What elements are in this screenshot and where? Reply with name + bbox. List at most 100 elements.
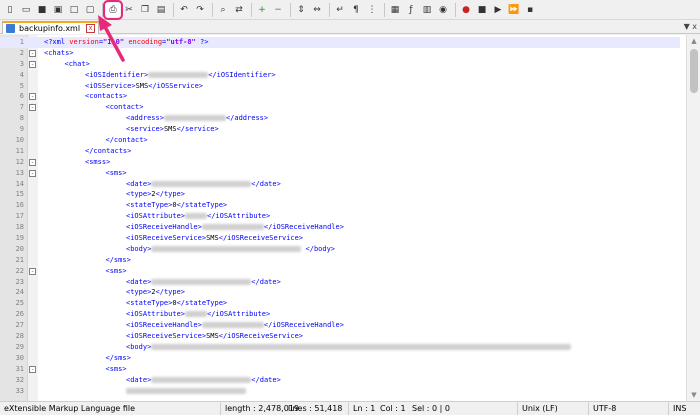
- code-line[interactable]: 20 <body> </body>: [0, 244, 680, 255]
- stop-macro-icon[interactable]: ■: [475, 3, 489, 17]
- status-encoding[interactable]: UTF-8: [588, 402, 616, 415]
- tab-backupinfo-xml[interactable]: backupinfo.xml x: [2, 21, 100, 34]
- code-line[interactable]: 8 <address> </address>: [0, 113, 680, 124]
- code-line[interactable]: 4 <iOSIdentifier> </iOSIdentifier>: [0, 70, 680, 81]
- fold-marker-icon[interactable]: -: [29, 60, 36, 68]
- code-line[interactable]: 9 <service>SMS</service>: [0, 124, 680, 135]
- vertical-scrollbar[interactable]: ▲ ▼: [686, 35, 700, 401]
- indent-guide-icon[interactable]: ⋮: [365, 3, 379, 17]
- code-line[interactable]: 14 <date> </date>: [0, 179, 680, 190]
- fold-marker-icon[interactable]: -: [29, 267, 36, 275]
- status-eol[interactable]: Unix (LF): [517, 402, 558, 415]
- code-line[interactable]: 29 <body>: [0, 342, 680, 353]
- code-text[interactable]: <iOSReceiveService>SMS</iOSReceiveServic…: [126, 331, 303, 342]
- code-text[interactable]: <service>SMS</service>: [126, 124, 219, 135]
- copy-icon[interactable]: ❐: [138, 3, 152, 17]
- fold-marker-icon[interactable]: -: [29, 365, 36, 373]
- code-line[interactable]: 19 <iOSReceiveService>SMS</iOSReceiveServ…: [0, 233, 680, 244]
- code-line[interactable]: 2- <chats>: [0, 48, 680, 59]
- zoom-out-icon[interactable]: −: [271, 3, 285, 17]
- editor-pane[interactable]: 1 <?xml version="1.0" encoding="utf-8" ?>…: [0, 35, 700, 401]
- code-text[interactable]: <contacts>: [85, 91, 127, 102]
- code-line[interactable]: 32 <date> </date>: [0, 375, 680, 386]
- code-text[interactable]: </sms>: [106, 255, 131, 266]
- code-text[interactable]: <stateType>0</stateType>: [126, 298, 227, 309]
- doc-map-icon[interactable]: ▦: [388, 3, 402, 17]
- code-text[interactable]: <body>: [126, 342, 572, 353]
- replace-icon[interactable]: ⇄: [232, 3, 246, 17]
- code-text[interactable]: <sms>: [106, 168, 127, 179]
- code-line[interactable]: 27 <iOSReceiveHandle> </iOSReceiveHandle>: [0, 320, 680, 331]
- code-line[interactable]: 5 <iOSService>SMS</iOSService>: [0, 81, 680, 92]
- code-text[interactable]: </contacts>: [85, 146, 131, 157]
- fold-marker-icon[interactable]: -: [29, 169, 36, 177]
- code-line[interactable]: 31- <sms>: [0, 364, 680, 375]
- code-line[interactable]: 16 <stateType>0</stateType>: [0, 200, 680, 211]
- fold-marker-icon[interactable]: -: [29, 93, 36, 101]
- folder-workspace-icon[interactable]: ▥: [420, 3, 434, 17]
- code-line[interactable]: 26 <iOSAttribute> </iOSAttribute>: [0, 309, 680, 320]
- code-line[interactable]: 6- <contacts>: [0, 91, 680, 102]
- paste-icon[interactable]: ▤: [154, 3, 168, 17]
- sync-horizontal-icon[interactable]: ⇔: [310, 3, 324, 17]
- code-line[interactable]: 1 <?xml version="1.0" encoding="utf-8" ?>: [0, 37, 680, 48]
- play-macro-icon[interactable]: ▶: [491, 3, 505, 17]
- code-line[interactable]: 28 <iOSReceiveService>SMS</iOSReceiveServ…: [0, 331, 680, 342]
- close-tab-icon[interactable]: x: [86, 24, 96, 33]
- code-text[interactable]: <?xml version="1.0" encoding="utf-8" ?>: [44, 37, 208, 48]
- code-text[interactable]: <address> </address>: [126, 113, 268, 124]
- code-text[interactable]: [126, 386, 246, 397]
- new-file-icon[interactable]: ▯: [3, 3, 17, 17]
- code-line[interactable]: 30 </sms>: [0, 353, 680, 364]
- code-line[interactable]: 24 <type>2</type>: [0, 287, 680, 298]
- code-text[interactable]: <date> </date>: [126, 277, 281, 288]
- code-text[interactable]: <chats>: [44, 48, 74, 59]
- code-text[interactable]: <contact>: [106, 102, 144, 113]
- code-line[interactable]: 11 </contacts>: [0, 146, 680, 157]
- code-text[interactable]: <sms>: [106, 266, 127, 277]
- code-text[interactable]: <iOSReceiveHandle> </iOSReceiveHandle>: [126, 320, 344, 331]
- code-text[interactable]: <iOSAttribute> </iOSAttribute>: [126, 211, 270, 222]
- open-file-icon[interactable]: ▭: [19, 3, 33, 17]
- cut-icon[interactable]: ✂: [122, 3, 136, 17]
- code-text[interactable]: <stateType>0</stateType>: [126, 200, 227, 211]
- save-macro-icon[interactable]: ▪: [523, 3, 537, 17]
- print-icon[interactable]: ⎙: [103, 0, 123, 20]
- function-list-icon[interactable]: ƒ: [404, 3, 418, 17]
- code-text[interactable]: <smss>: [85, 157, 110, 168]
- code-text[interactable]: <iOSAttribute> </iOSAttribute>: [126, 309, 270, 320]
- scroll-down-arrow-icon[interactable]: ▼: [687, 389, 700, 401]
- close-all-icon[interactable]: ▢: [83, 3, 97, 17]
- scrollbar-thumb[interactable]: [690, 49, 698, 93]
- redo-icon[interactable]: ↷: [193, 3, 207, 17]
- code-line[interactable]: 18 <iOSReceiveHandle> </iOSReceiveHandle>: [0, 222, 680, 233]
- code-line[interactable]: 7- <contact>: [0, 102, 680, 113]
- save-all-icon[interactable]: ▣: [51, 3, 65, 17]
- run-macro-multiple-icon[interactable]: ⏩: [507, 3, 521, 17]
- code-line[interactable]: 3- <chat>: [0, 59, 680, 70]
- save-icon[interactable]: ■: [35, 3, 49, 17]
- fold-marker-icon[interactable]: -: [29, 104, 36, 112]
- undo-icon[interactable]: ↶: [177, 3, 191, 17]
- word-wrap-icon[interactable]: ↵: [333, 3, 347, 17]
- code-text[interactable]: <iOSService>SMS</iOSService>: [85, 81, 203, 92]
- code-line[interactable]: 33: [0, 386, 680, 397]
- find-icon[interactable]: ⌕: [216, 3, 230, 17]
- code-line[interactable]: 23 <date> </date>: [0, 277, 680, 288]
- code-line[interactable]: 15 <type>2</type>: [0, 189, 680, 200]
- code-text[interactable]: <iOSReceiveService>SMS</iOSReceiveServic…: [126, 233, 303, 244]
- code-text[interactable]: <sms>: [106, 364, 127, 375]
- show-all-characters-icon[interactable]: ¶: [349, 3, 363, 17]
- code-lines[interactable]: 1 <?xml version="1.0" encoding="utf-8" ?>…: [0, 37, 680, 396]
- code-text[interactable]: <type>2</type>: [126, 189, 185, 200]
- code-text[interactable]: <body> </body>: [126, 244, 335, 255]
- fold-marker-icon[interactable]: -: [29, 158, 36, 166]
- monitoring-icon[interactable]: ◉: [436, 3, 450, 17]
- code-line[interactable]: 22- <sms>: [0, 266, 680, 277]
- code-line[interactable]: 17 <iOSAttribute> </iOSAttribute>: [0, 211, 680, 222]
- code-line[interactable]: 21 </sms>: [0, 255, 680, 266]
- scroll-up-arrow-icon[interactable]: ▲: [687, 35, 700, 47]
- code-text[interactable]: </sms>: [106, 353, 131, 364]
- code-text[interactable]: <iOSIdentifier> </iOSIdentifier>: [85, 70, 276, 81]
- code-text[interactable]: </contact>: [106, 135, 148, 146]
